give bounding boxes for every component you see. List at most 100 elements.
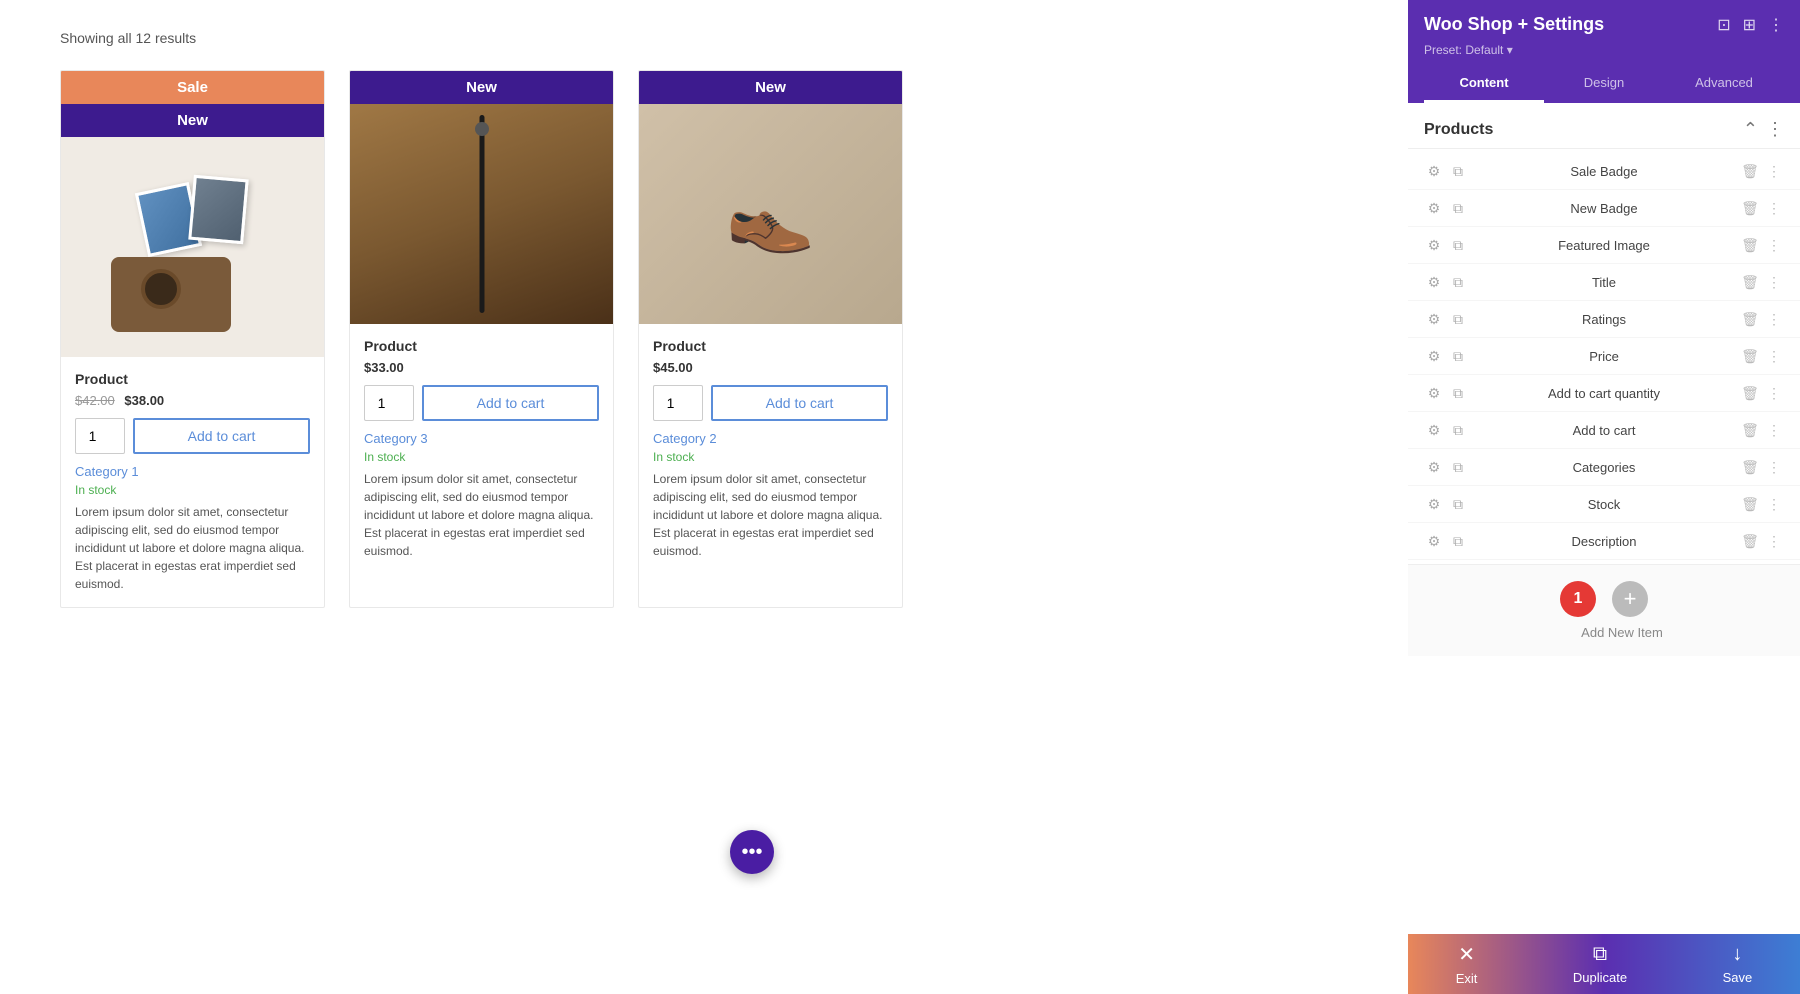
more-icon-categories[interactable]: ⋮ (1764, 457, 1784, 477)
panel-item-add-to-cart: ⚙ ⧉ Add to cart 🗑 ⋮ (1408, 412, 1800, 449)
more-icon-ratings[interactable]: ⋮ (1764, 309, 1784, 329)
stock-status-3: In stock (653, 450, 888, 464)
qty-input-2[interactable] (364, 385, 414, 421)
item-actions-featured-image: 🗑 ⋮ (1740, 235, 1784, 255)
product-image-3: 👞 (639, 104, 902, 324)
more-icon-featured-image[interactable]: ⋮ (1764, 235, 1784, 255)
copy-icon-sale-badge[interactable]: ⧉ (1448, 161, 1468, 181)
copy-icon-add-to-cart-quantity[interactable]: ⧉ (1448, 383, 1468, 403)
add-to-cart-button-1[interactable]: Add to cart (133, 418, 310, 454)
delete-icon-title[interactable]: 🗑 (1740, 272, 1760, 292)
qty-input-3[interactable] (653, 385, 703, 421)
delete-icon-price[interactable]: 🗑 (1740, 346, 1760, 366)
right-panel: Woo Shop + Settings ⊡ ⊞ ⋮ Preset: Defaul… (1408, 0, 1800, 994)
settings-icon-sale-badge[interactable]: ⚙ (1424, 161, 1444, 181)
preset-dropdown-icon[interactable]: ▾ (1507, 43, 1513, 57)
delete-icon-new-badge[interactable]: 🗑 (1740, 198, 1760, 218)
item-actions-add-to-cart-quantity: 🗑 ⋮ (1740, 383, 1784, 403)
fab-button[interactable]: ••• (730, 830, 774, 874)
settings-icon-price[interactable]: ⚙ (1424, 346, 1444, 366)
item-label-title: Title (1476, 275, 1732, 290)
more-icon-price[interactable]: ⋮ (1764, 346, 1784, 366)
more-icon-title[interactable]: ⋮ (1764, 272, 1784, 292)
product-price-3: $45.00 (653, 360, 888, 375)
fab-dots: ••• (741, 841, 762, 864)
section-more-icon[interactable]: ⋮ (1766, 119, 1784, 140)
tab-content[interactable]: Content (1424, 65, 1544, 103)
add-to-cart-button-3[interactable]: Add to cart (711, 385, 888, 421)
exit-button[interactable]: ✕ Exit (1456, 942, 1478, 986)
settings-icon-featured-image[interactable]: ⚙ (1424, 235, 1444, 255)
copy-icon-categories[interactable]: ⧉ (1448, 457, 1468, 477)
category-link-3[interactable]: Category 2 (653, 431, 888, 446)
item-actions-title: 🗑 ⋮ (1740, 272, 1784, 292)
delete-icon-add-to-cart-quantity[interactable]: 🗑 (1740, 383, 1760, 403)
product-info-1: Product $42.00 $38.00 Add to cart Catego… (61, 357, 324, 607)
polaroid-2 (188, 175, 248, 245)
duplicate-button[interactable]: ⧉ Duplicate (1573, 943, 1627, 985)
camera-lens (141, 269, 181, 309)
layout-icon[interactable]: ⊞ (1743, 15, 1756, 35)
panel-item-description: ⚙ ⧉ Description 🗑 ⋮ (1408, 523, 1800, 560)
panel-title-row: Woo Shop + Settings ⊡ ⊞ ⋮ (1424, 14, 1784, 35)
category-link-2[interactable]: Category 3 (364, 431, 599, 446)
product-card-3: New 👞 Product $45.00 Add to cart Categor… (638, 70, 903, 608)
settings-icon-categories[interactable]: ⚙ (1424, 457, 1444, 477)
item-icons-ratings: ⚙ ⧉ (1424, 309, 1468, 329)
more-icon-add-to-cart-quantity[interactable]: ⋮ (1764, 383, 1784, 403)
add-to-cart-row-1: Add to cart (75, 418, 310, 454)
settings-icon-stock[interactable]: ⚙ (1424, 494, 1444, 514)
sale-badge-product-1: Sale (61, 71, 324, 104)
more-icon-new-badge[interactable]: ⋮ (1764, 198, 1784, 218)
save-button[interactable]: ↓ Save (1723, 943, 1753, 985)
responsive-icon[interactable]: ⊡ (1717, 15, 1730, 35)
price-2: $33.00 (364, 360, 404, 375)
add-to-cart-button-2[interactable]: Add to cart (422, 385, 599, 421)
copy-icon-add-to-cart[interactable]: ⧉ (1448, 420, 1468, 440)
panel-tabs: Content Design Advanced (1424, 65, 1784, 103)
product-price-1: $42.00 $38.00 (75, 393, 310, 408)
settings-icon-title[interactable]: ⚙ (1424, 272, 1444, 292)
copy-icon-stock[interactable]: ⧉ (1448, 494, 1468, 514)
panel-header: Woo Shop + Settings ⊡ ⊞ ⋮ Preset: Defaul… (1408, 0, 1800, 103)
duplicate-icon: ⧉ (1593, 943, 1607, 966)
add-new-item-button[interactable]: + (1612, 581, 1648, 617)
item-icons-sale-badge: ⚙ ⧉ (1424, 161, 1468, 181)
delete-icon-stock[interactable]: 🗑 (1740, 494, 1760, 514)
delete-icon-description[interactable]: 🗑 (1740, 531, 1760, 551)
item-label-stock: Stock (1476, 497, 1732, 512)
delete-icon-featured-image[interactable]: 🗑 (1740, 235, 1760, 255)
more-icon-add-to-cart[interactable]: ⋮ (1764, 420, 1784, 440)
copy-icon-new-badge[interactable]: ⧉ (1448, 198, 1468, 218)
exit-label: Exit (1456, 971, 1478, 986)
more-icon-stock[interactable]: ⋮ (1764, 494, 1784, 514)
qty-input-1[interactable] (75, 418, 125, 454)
collapse-icon[interactable]: ⌃ (1743, 119, 1758, 140)
copy-icon-featured-image[interactable]: ⧉ (1448, 235, 1468, 255)
settings-icon-new-badge[interactable]: ⚙ (1424, 198, 1444, 218)
delete-icon-sale-badge[interactable]: 🗑 (1740, 161, 1760, 181)
settings-icon-add-to-cart-quantity[interactable]: ⚙ (1424, 383, 1444, 403)
delete-icon-ratings[interactable]: 🗑 (1740, 309, 1760, 329)
delete-icon-categories[interactable]: 🗑 (1740, 457, 1760, 477)
shoe-visual: 👞 (639, 104, 902, 324)
tab-design[interactable]: Design (1544, 65, 1664, 103)
settings-icon-add-to-cart[interactable]: ⚙ (1424, 420, 1444, 440)
copy-icon-price[interactable]: ⧉ (1448, 346, 1468, 366)
item-actions-add-to-cart: 🗑 ⋮ (1740, 420, 1784, 440)
copy-icon-description[interactable]: ⧉ (1448, 531, 1468, 551)
settings-icon-description[interactable]: ⚙ (1424, 531, 1444, 551)
more-icon-sale-badge[interactable]: ⋮ (1764, 161, 1784, 181)
new-badge-product-1: New (61, 104, 324, 137)
notification-badge[interactable]: 1 (1560, 581, 1596, 617)
more-icon-description[interactable]: ⋮ (1764, 531, 1784, 551)
kebab-menu-icon[interactable]: ⋮ (1768, 15, 1784, 35)
copy-icon-ratings[interactable]: ⧉ (1448, 309, 1468, 329)
category-link-1[interactable]: Category 1 (75, 464, 310, 479)
tab-advanced[interactable]: Advanced (1664, 65, 1784, 103)
settings-icon-ratings[interactable]: ⚙ (1424, 309, 1444, 329)
copy-icon-title[interactable]: ⧉ (1448, 272, 1468, 292)
product-card-2: New Product $33.00 Add to cart Category … (349, 70, 614, 608)
zipper-pull (475, 122, 489, 136)
delete-icon-add-to-cart[interactable]: 🗑 (1740, 420, 1760, 440)
